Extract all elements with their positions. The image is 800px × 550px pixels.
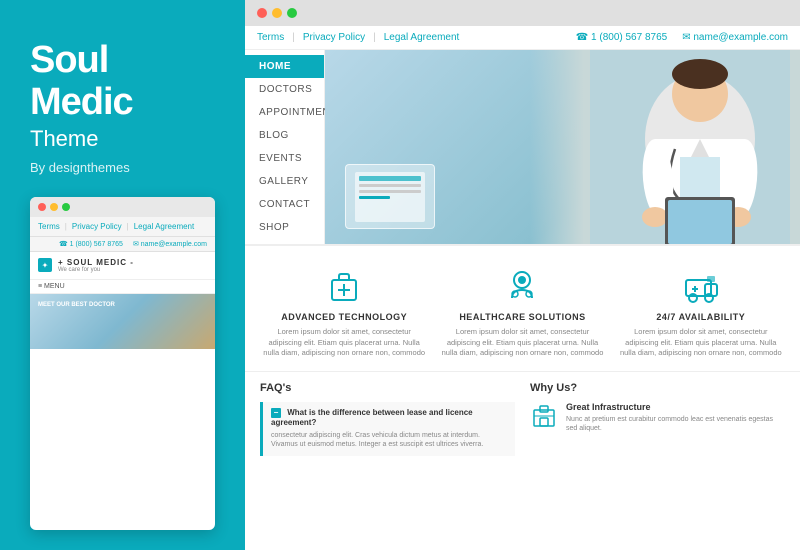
feature-text-3: Lorem ipsum dolor sit amet, consectetur … [617,327,785,359]
nav-shop[interactable]: SHOP [245,216,324,239]
faq-item-1: − What is the difference between lease a… [260,402,515,457]
faq-minus-icon[interactable]: − [271,408,281,418]
nav-appointments[interactable]: APPOINTMENTS [245,101,324,124]
terms-link[interactable]: Terms [257,32,284,43]
mini-sep1: | [65,222,67,231]
mini-terms-link[interactable]: Terms [38,222,60,231]
faq-answer-1: consectetur adipiscing elit. Cras vehicu… [271,431,507,441]
browser-content: Terms | Privacy Policy | Legal Agreement… [245,26,800,550]
mini-hero-text: MEET OUR BEST DOCTOR [38,302,115,308]
nav-events[interactable]: EVENTS [245,147,324,170]
feature-title-3: 24/7 AVAILABILITY [617,312,785,322]
why-item-1: Great Infrastructure Nunc at pretium est… [530,402,785,435]
mini-legal-link[interactable]: Legal Agreement [134,222,195,231]
mini-wrench-icon: ✦ [38,258,52,272]
mini-contact-bar: ☎ 1 (800) 567 8765 ✉ name@example.com [30,237,215,252]
sep2: | [373,32,376,43]
theme-title: Soul Medic [30,40,215,124]
feature-text-1: Lorem ipsum dolor sit amet, consectetur … [260,327,428,359]
mini-hero: MEET OUR BEST DOCTOR [30,294,215,349]
feature-availability: 24/7 AVAILABILITY Lorem ipsum dolor sit … [617,266,785,359]
mini-logo-text: + SOUL MEDIC - [58,258,134,267]
medical-bag-icon [324,266,364,306]
doctor-illustration [530,50,800,244]
faq-title: FAQ's [260,382,515,394]
browser-dot-yellow[interactable] [272,8,282,18]
faq-column: FAQ's − What is the difference between l… [260,382,515,462]
mini-browser-bar [30,197,215,217]
mini-sep2: | [127,222,129,231]
feature-advanced-tech: ADVANCED TECHNOLOGY Lorem ipsum dolor si… [260,266,428,359]
contact-bar: ☎ 1 (800) 567 8765 ✉ name@example.com [576,32,788,43]
hero-area [325,50,800,244]
feature-title-1: ADVANCED TECHNOLOGY [260,312,428,322]
left-panel: Soul Medic Theme By designthemes Terms |… [0,0,245,550]
mini-privacy-link[interactable]: Privacy Policy [72,222,122,231]
browser-chrome [245,0,800,26]
nav-home[interactable]: HOME [245,55,324,78]
feature-text-2: Lorem ipsum dolor sit amet, consectetur … [438,327,606,359]
mini-browser-mockup: Terms | Privacy Policy | Legal Agreement… [30,197,215,530]
healthcare-icon [502,266,542,306]
faq-question: − What is the difference between lease a… [271,408,507,427]
mini-nav-links: Terms | Privacy Policy | Legal Agreement [30,217,215,237]
theme-subtitle: Theme [30,126,215,152]
why-column: Why Us? Great Infrastructure Nunc at pre… [530,382,785,462]
mini-phone: ☎ 1 (800) 567 8765 [59,240,123,248]
nav-contact[interactable]: CONTACT [245,193,324,216]
feature-healthcare: HEALTHCARE SOLUTIONS Lorem ipsum dolor s… [438,266,606,359]
nav-menu: HOME DOCTORS APPOINTMENTS BLOG EVENTS GA… [245,50,325,244]
why-item-text: Nunc at pretium est curabitur commodo le… [566,415,785,435]
privacy-link[interactable]: Privacy Policy [303,32,365,43]
theme-by: By designthemes [30,160,215,175]
faq-answer-2: Vivamus ut euismod metus. Integer a est … [271,440,507,450]
nav-blog[interactable]: BLOG [245,124,324,147]
legal-link[interactable]: Legal Agreement [384,32,460,43]
feature-title-2: HEALTHCARE SOLUTIONS [438,312,606,322]
why-item-title: Great Infrastructure [566,402,785,412]
mini-email: ✉ name@example.com [133,240,207,248]
sep1: | [292,32,295,43]
browser-dot-green[interactable] [287,8,297,18]
mini-dot-red [38,203,46,211]
bottom-section: FAQ's − What is the difference between l… [245,371,800,472]
mini-menu[interactable]: ≡ MENU [30,280,215,294]
mini-logo-sub: We care for you [58,267,134,273]
doctor-svg [570,50,800,244]
ambulance-icon [681,266,721,306]
infrastructure-icon [530,402,558,430]
tablet-mockup [345,164,435,229]
features-section: ADVANCED TECHNOLOGY Lorem ipsum dolor si… [245,245,800,371]
site-top-links: Terms | Privacy Policy | Legal Agreement… [245,26,800,50]
nav-doctors[interactable]: DOCTORS [245,78,324,101]
phone-number: ☎ 1 (800) 567 8765 [576,32,667,43]
site-main-nav: HOME DOCTORS APPOINTMENTS BLOG EVENTS GA… [245,50,800,245]
mini-dot-yellow [50,203,58,211]
mini-logo-area: ✦ + SOUL MEDIC - We care for you [30,252,215,280]
mini-dot-green [62,203,70,211]
nav-gallery[interactable]: GALLERY [245,170,324,193]
right-panel: Terms | Privacy Policy | Legal Agreement… [245,0,800,550]
why-title: Why Us? [530,382,785,394]
email-address: ✉ name@example.com [682,32,788,43]
browser-dot-red[interactable] [257,8,267,18]
